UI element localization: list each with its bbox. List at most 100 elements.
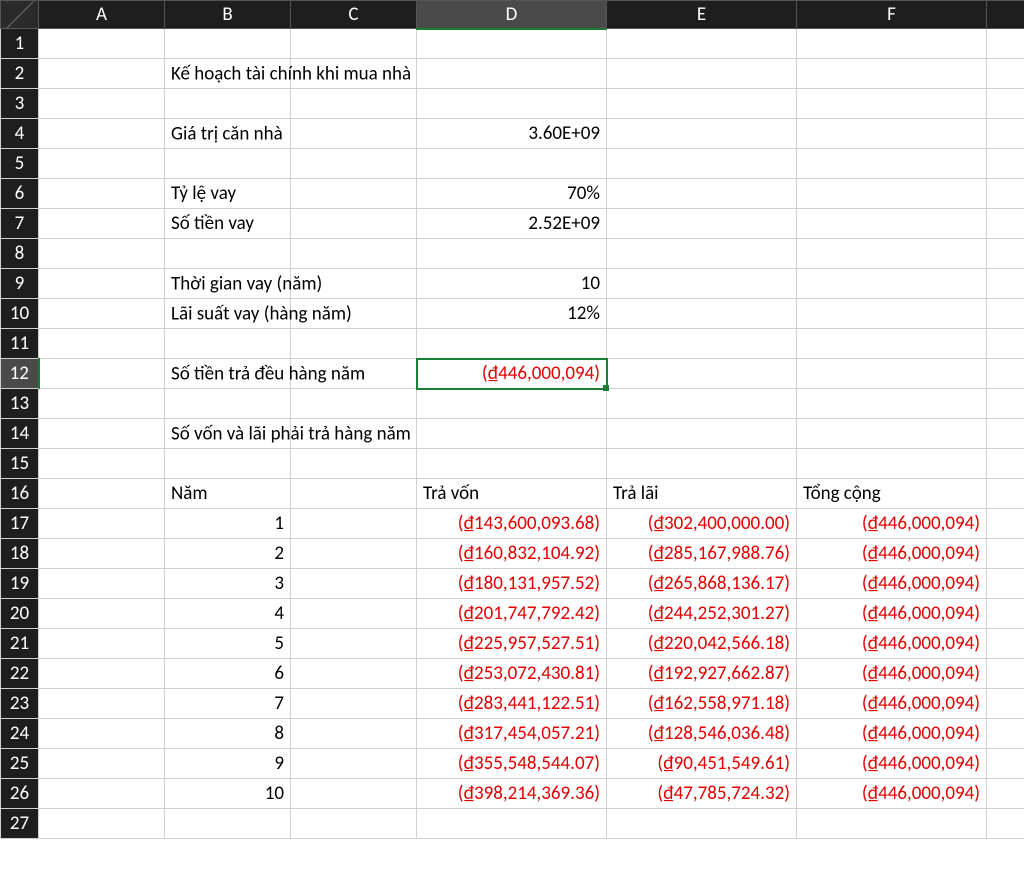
cell-principal[interactable]: (₫201,747,792.42) xyxy=(417,599,607,629)
cell[interactable] xyxy=(607,209,797,239)
row-header[interactable]: 6 xyxy=(1,179,39,209)
row-header[interactable]: 1 xyxy=(1,29,39,59)
cell[interactable] xyxy=(987,389,1024,419)
cell-interest[interactable]: (₫128,546,036.48) xyxy=(607,719,797,749)
cell[interactable] xyxy=(39,479,165,509)
cell[interactable] xyxy=(291,779,417,809)
cell-principal[interactable]: (₫225,957,527.51) xyxy=(417,629,607,659)
cell[interactable] xyxy=(987,809,1024,839)
cell-interest[interactable]: (₫220,042,566.18) xyxy=(607,629,797,659)
col-header-B[interactable]: B xyxy=(165,1,291,29)
cell-year[interactable]: 1 xyxy=(165,509,291,539)
cell[interactable] xyxy=(291,509,417,539)
cell-total[interactable]: (₫446,000,094) xyxy=(797,509,987,539)
cell[interactable] xyxy=(291,479,417,509)
cell-header[interactable]: Trả lãi xyxy=(607,479,797,509)
cell[interactable] xyxy=(417,59,607,89)
cell[interactable] xyxy=(987,299,1024,329)
cell[interactable] xyxy=(607,449,797,479)
row-header[interactable]: 3 xyxy=(1,89,39,119)
cell-total[interactable]: (₫446,000,094) xyxy=(797,779,987,809)
cell-total[interactable]: (₫446,000,094) xyxy=(797,539,987,569)
cell[interactable] xyxy=(165,809,291,839)
cell-total[interactable]: (₫446,000,094) xyxy=(797,629,987,659)
cell[interactable] xyxy=(417,89,607,119)
cell[interactable] xyxy=(987,479,1024,509)
cell-principal[interactable]: (₫160,832,104.92) xyxy=(417,539,607,569)
cell-header[interactable]: Tổng cộng xyxy=(797,479,987,509)
cell-year[interactable]: 2 xyxy=(165,539,291,569)
row-header[interactable]: 17 xyxy=(1,509,39,539)
cell-value[interactable]: 12% xyxy=(417,299,607,329)
cell-year[interactable]: 5 xyxy=(165,629,291,659)
cell[interactable] xyxy=(987,539,1024,569)
cell[interactable] xyxy=(39,239,165,269)
spreadsheet-grid[interactable]: A B C D E F 1 2Kế hoạch tài chính khi mu… xyxy=(0,0,1024,839)
select-all-corner[interactable] xyxy=(1,1,39,29)
row-header[interactable]: 26 xyxy=(1,779,39,809)
cell[interactable] xyxy=(797,59,987,89)
cell[interactable] xyxy=(291,239,417,269)
cell-label[interactable]: Thời gian vay (năm) xyxy=(165,269,291,299)
cell[interactable] xyxy=(291,179,417,209)
cell[interactable] xyxy=(987,779,1024,809)
cell[interactable] xyxy=(607,269,797,299)
cell[interactable] xyxy=(39,389,165,419)
row-header[interactable]: 9 xyxy=(1,269,39,299)
cell[interactable] xyxy=(797,389,987,419)
cell[interactable] xyxy=(607,389,797,419)
row-header[interactable]: 18 xyxy=(1,539,39,569)
cell[interactable] xyxy=(165,89,291,119)
cell[interactable] xyxy=(417,29,607,59)
cell[interactable] xyxy=(987,209,1024,239)
cell[interactable] xyxy=(607,179,797,209)
row-header[interactable]: 13 xyxy=(1,389,39,419)
cell[interactable] xyxy=(607,29,797,59)
cell[interactable] xyxy=(39,629,165,659)
row-header[interactable]: 21 xyxy=(1,629,39,659)
cell[interactable] xyxy=(987,569,1024,599)
cell[interactable] xyxy=(607,359,797,389)
cell-total[interactable]: (₫446,000,094) xyxy=(797,599,987,629)
cell[interactable] xyxy=(39,89,165,119)
cell[interactable] xyxy=(607,149,797,179)
cell-principal[interactable]: (₫143,600,093.68) xyxy=(417,509,607,539)
cell[interactable] xyxy=(987,269,1024,299)
col-header-D[interactable]: D xyxy=(417,1,607,29)
cell[interactable] xyxy=(607,299,797,329)
cell[interactable] xyxy=(39,419,165,449)
cell-interest[interactable]: (₫192,927,662.87) xyxy=(607,659,797,689)
cell[interactable] xyxy=(291,539,417,569)
cell-total[interactable]: (₫446,000,094) xyxy=(797,689,987,719)
cell-title[interactable]: Kế hoạch tài chính khi mua nhà xyxy=(165,59,291,89)
cell[interactable] xyxy=(797,149,987,179)
cell[interactable] xyxy=(39,569,165,599)
cell[interactable] xyxy=(987,689,1024,719)
col-header-C[interactable]: C xyxy=(291,1,417,29)
cell[interactable] xyxy=(987,719,1024,749)
cell[interactable] xyxy=(797,269,987,299)
row-header[interactable]: 19 xyxy=(1,569,39,599)
cell[interactable] xyxy=(39,119,165,149)
cell-total[interactable]: (₫446,000,094) xyxy=(797,719,987,749)
cell[interactable] xyxy=(291,29,417,59)
cell-interest[interactable]: (₫244,252,301.27) xyxy=(607,599,797,629)
cell[interactable] xyxy=(165,29,291,59)
cell[interactable] xyxy=(417,239,607,269)
cell[interactable] xyxy=(291,389,417,419)
cell[interactable] xyxy=(987,659,1024,689)
cell[interactable] xyxy=(39,809,165,839)
cell-year[interactable]: 6 xyxy=(165,659,291,689)
cell-label[interactable]: Số vốn và lãi phải trả hàng năm xyxy=(165,419,291,449)
row-header[interactable]: 5 xyxy=(1,149,39,179)
cell[interactable] xyxy=(291,659,417,689)
col-header-F[interactable]: F xyxy=(797,1,987,29)
cell[interactable] xyxy=(39,359,165,389)
cell[interactable] xyxy=(39,659,165,689)
cell[interactable] xyxy=(291,689,417,719)
cell[interactable] xyxy=(797,449,987,479)
cell[interactable] xyxy=(987,749,1024,779)
cell-principal[interactable]: (₫355,548,544.07) xyxy=(417,749,607,779)
row-header[interactable]: 20 xyxy=(1,599,39,629)
cell-interest[interactable]: (₫162,558,971.18) xyxy=(607,689,797,719)
